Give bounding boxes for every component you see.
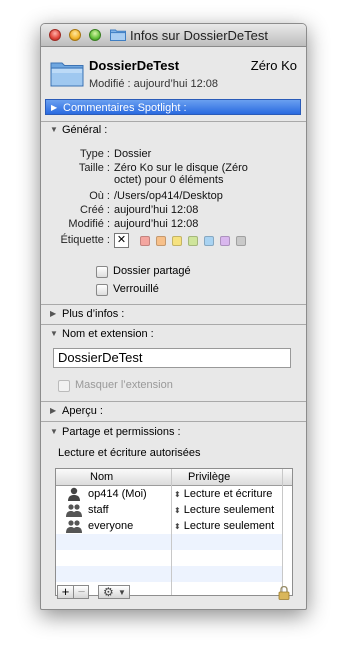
privilege-popup[interactable]: ⬍ Lecture seulement: [174, 520, 274, 532]
color-label-picker: ✕: [114, 233, 304, 248]
remove-button[interactable]: −: [73, 585, 89, 599]
item-modified: Modifié : aujourd’hui 12:08: [89, 78, 219, 90]
section-preview-label: Aperçu :: [62, 405, 103, 417]
updown-arrows-icon: ⬍: [174, 522, 181, 531]
close-button[interactable]: [49, 29, 61, 41]
empty-row: [56, 534, 282, 550]
updown-arrows-icon: ⬍: [174, 506, 181, 515]
privilege-value: Lecture seulement: [183, 520, 275, 532]
section-name-extension-label: Nom et extension :: [62, 328, 154, 340]
info-key: Où :: [89, 190, 110, 202]
gear-icon: ⚙: [103, 585, 114, 599]
add-button[interactable]: +: [58, 585, 73, 599]
label-swatch-blue[interactable]: [204, 236, 214, 246]
section-sharing-label: Partage et permissions :: [62, 426, 181, 438]
user-name: everyone: [88, 520, 134, 532]
label-swatch-red[interactable]: [140, 236, 150, 246]
info-value: /Users/op414/Desktop: [114, 190, 223, 202]
spotlight-comments-label: Commentaires Spotlight :: [63, 102, 187, 114]
section-general-label: Général :: [62, 124, 108, 136]
no-label-swatch[interactable]: ✕: [114, 233, 129, 248]
table-row[interactable]: everyone ⬍ Lecture seulement: [56, 518, 282, 534]
minimize-button[interactable]: [69, 29, 81, 41]
divider: [41, 421, 306, 422]
permissions-summary: Lecture et écriture autorisées: [58, 447, 201, 459]
info-value: Dossier: [114, 148, 152, 160]
checkbox[interactable]: [58, 380, 70, 392]
privilege-value: Lecture et écriture: [183, 488, 273, 500]
disclosure-right-icon: ▶: [50, 309, 57, 318]
shared-folder-label: Dossier partagé: [113, 265, 191, 277]
privilege-popup[interactable]: ⬍ Lecture seulement: [174, 504, 274, 516]
empty-row: [56, 566, 282, 582]
disclosure-down-icon: ▼: [50, 125, 58, 134]
label-swatch-gray[interactable]: [236, 236, 246, 246]
chevron-down-icon: ▼: [118, 588, 126, 597]
divider: [41, 401, 306, 402]
section-name-extension[interactable]: ▼ Nom et extension :: [41, 327, 306, 343]
divider: [41, 121, 306, 122]
table-row[interactable]: op414 (Moi) ⬍ Lecture et écriture: [56, 486, 282, 502]
info-value: Zéro Ko sur le disque (Zéro octet) pour …: [114, 162, 248, 186]
disclosure-down-icon: ▼: [50, 329, 58, 338]
name-field[interactable]: DossierDeTest: [53, 348, 291, 368]
locked-label: Verrouillé: [113, 283, 159, 295]
empty-row: [56, 582, 282, 595]
info-key: Créé :: [80, 204, 110, 216]
column-header-name[interactable]: Nom: [90, 471, 113, 483]
table-header: Nom Privilège: [56, 469, 292, 486]
disclosure-right-icon: ▶: [50, 406, 57, 415]
section-more-info[interactable]: ▶ Plus d’infos :: [41, 307, 306, 323]
checkbox[interactable]: [96, 266, 108, 278]
checkbox[interactable]: [96, 284, 108, 296]
info-key: Taille :: [78, 162, 110, 174]
info-key: Type :: [80, 148, 110, 160]
hide-extension-label: Masquer l’extension: [75, 379, 173, 391]
folder-icon: [110, 29, 126, 41]
user-name: staff: [88, 504, 109, 516]
section-more-info-label: Plus d’infos :: [62, 308, 125, 320]
add-remove-buttons: + −: [57, 585, 89, 599]
scrollbar-track[interactable]: [282, 469, 283, 595]
zoom-button[interactable]: [89, 29, 101, 41]
info-value: aujourd’hui 12:08: [114, 204, 199, 216]
item-name: DossierDeTest: [89, 58, 180, 73]
info-window: Infos sur DossierDeTest DossierDeTest Zé…: [40, 23, 307, 610]
group-icon: [66, 504, 82, 517]
label-swatch-orange[interactable]: [156, 236, 166, 246]
section-general[interactable]: ▼ Général :: [41, 123, 306, 139]
permissions-table: Nom Privilège op414 (Moi) ⬍ Lecture et éc…: [55, 468, 293, 596]
updown-arrows-icon: ⬍: [174, 490, 181, 499]
action-menu-button[interactable]: ⚙ ▼: [98, 585, 130, 599]
user-name: op414 (Moi): [88, 488, 147, 500]
column-header-privilege[interactable]: Privilège: [188, 471, 230, 483]
lock-icon[interactable]: [278, 586, 290, 600]
empty-row: [56, 550, 282, 566]
section-preview[interactable]: ▶ Aperçu :: [41, 404, 306, 420]
privilege-value: Lecture seulement: [183, 504, 275, 516]
label-swatch-purple[interactable]: [220, 236, 230, 246]
disclosure-down-icon: ▼: [50, 427, 58, 436]
group-icon: [66, 520, 82, 533]
title-bar[interactable]: Infos sur DossierDeTest: [41, 24, 306, 47]
disclosure-right-icon: ▶: [51, 103, 58, 112]
privilege-popup[interactable]: ⬍ Lecture et écriture: [174, 488, 272, 500]
section-sharing-permissions[interactable]: ▼ Partage et permissions :: [41, 425, 306, 441]
info-value: aujourd’hui 12:08: [114, 218, 199, 230]
user-icon: [68, 487, 80, 501]
info-key: Modifié :: [68, 218, 110, 230]
divider: [41, 304, 306, 305]
folder-icon: [50, 62, 84, 87]
window-title: Infos sur DossierDeTest: [130, 28, 268, 43]
info-key: Étiquette :: [60, 234, 110, 246]
column-divider: [171, 469, 172, 595]
table-row[interactable]: staff ⬍ Lecture seulement: [56, 502, 282, 518]
label-swatch-yellow[interactable]: [172, 236, 182, 246]
spotlight-comments-section[interactable]: ▶ Commentaires Spotlight :: [45, 99, 301, 115]
divider: [41, 324, 306, 325]
item-size: Zéro Ko: [250, 58, 297, 73]
label-swatch-green[interactable]: [188, 236, 198, 246]
